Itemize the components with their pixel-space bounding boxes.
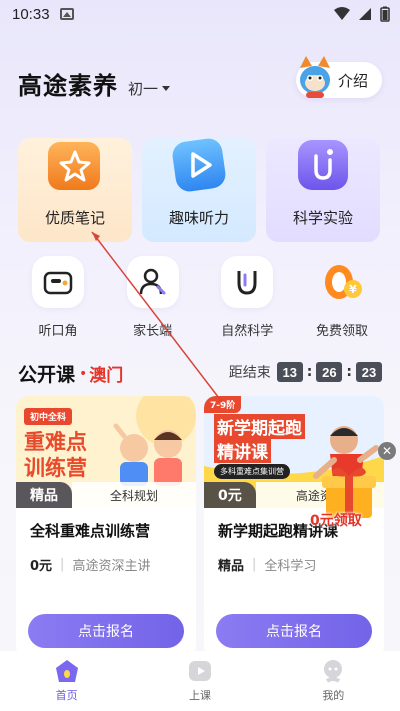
feature-label-experiment: 科学实验	[292, 209, 353, 227]
play-icon	[172, 138, 226, 192]
shortcut-speaking-tile	[32, 256, 84, 308]
poster-badge: 7-9阶	[204, 396, 242, 413]
poster-title-line2: 训练营	[24, 456, 87, 480]
countdown-label: 距结束	[228, 365, 271, 381]
course-teacher: 全科学习	[264, 559, 317, 574]
grade-selector[interactable]: 初一	[128, 78, 171, 101]
tab-label: 首页	[55, 689, 78, 702]
open-course-title: 公开课 • 澳门	[18, 360, 123, 387]
course-price: 精品	[218, 559, 245, 574]
feature-card-experiment[interactable]: 科学实验	[266, 138, 380, 242]
feature-card-notes[interactable]: 优质笔记	[18, 138, 132, 242]
wallet-icon	[43, 271, 73, 295]
course-poster: 初中全科 重难点 训练营 精品 全科规划	[16, 396, 196, 508]
tab-home[interactable]: 首页	[0, 651, 133, 711]
course-name: 全科重难点训练营	[30, 522, 151, 540]
shortcut-science-tile	[221, 256, 274, 308]
magnet-icon	[237, 271, 257, 295]
poster-ribbon: 多科重难点集训营	[214, 464, 290, 479]
course-meta: 精品 | 全科学习	[204, 541, 384, 574]
shortcut-row: 听口角 家长端 自然科学 ¥ 免费领取	[18, 256, 382, 339]
shortcut-label: 自然科学	[221, 324, 274, 339]
home-icon	[55, 660, 78, 682]
app-title: 高途素养	[18, 72, 118, 100]
poster-title-line1: 新学期起跑	[214, 414, 305, 439]
meta-divider: |	[252, 557, 257, 572]
meta-divider: |	[60, 557, 65, 572]
course-price: 0元	[30, 559, 53, 574]
bottom-tab-bar: 首页 上课 我的	[0, 651, 400, 711]
notes-icon	[48, 142, 100, 190]
course-tag: 精品	[16, 482, 72, 508]
shortcut-parent[interactable]: 家长端	[113, 256, 193, 339]
enroll-button[interactable]: 点击报名	[28, 614, 184, 648]
free-coin-icon: ¥	[324, 265, 362, 299]
poster-title-line2: 精讲课	[214, 438, 271, 463]
feature-card-listening[interactable]: 趣味听力	[142, 138, 256, 242]
gallery-icon	[59, 8, 74, 20]
course-teacher: 高途资深主讲	[72, 559, 151, 574]
countdown-seconds: 23	[356, 362, 382, 382]
colon-separator: :	[306, 364, 313, 380]
colon-separator: :	[346, 364, 352, 380]
caret-down-icon	[162, 86, 171, 91]
poster-bar: 精品 全科规划	[16, 482, 196, 508]
page-header: 高途素养 初一	[18, 66, 171, 101]
countdown-minutes: 26	[316, 362, 343, 382]
wifi-icon	[334, 7, 350, 20]
course-meta: 0元 | 高途资深主讲	[16, 541, 196, 574]
status-time: 10:33	[12, 5, 50, 23]
section-title: 公开课	[18, 364, 76, 386]
shortcut-free[interactable]: ¥ 免费领取	[302, 256, 382, 339]
status-bar: 10:33	[0, 0, 400, 28]
region-label: 澳门	[89, 366, 124, 386]
poster-badge: 初中全科	[24, 408, 73, 425]
intro-button[interactable]: 介绍	[296, 56, 382, 98]
tab-label: 我的	[322, 689, 345, 702]
tab-class[interactable]: 上课	[133, 651, 266, 711]
shortcut-free-tile: ¥	[316, 256, 368, 308]
shortcut-label: 家长端	[133, 324, 173, 339]
shortcut-label: 免费领取	[315, 324, 368, 339]
enroll-button[interactable]: 点击报名	[216, 614, 372, 648]
shortcut-label: 听口角	[38, 324, 78, 339]
mascot-icon	[300, 56, 330, 98]
intro-label: 介绍	[337, 71, 368, 90]
shortcut-speaking[interactable]: 听口角	[18, 256, 98, 339]
battery-icon	[380, 6, 390, 22]
promo-label[interactable]: 0元领取	[310, 510, 362, 530]
parent-icon	[139, 268, 166, 295]
course-tag: 0元	[204, 482, 256, 508]
feature-cards: 优质笔记 趣味听力 科学实验	[18, 138, 382, 242]
shortcut-parent-tile	[126, 256, 179, 308]
signal-icon	[359, 8, 371, 20]
close-icon[interactable]: ✕	[378, 442, 396, 460]
course-card[interactable]: 初中全科 重难点 训练营 精品 全科规划 全科重难点训练营 0元 | 高途资深主…	[16, 396, 196, 658]
shortcut-science[interactable]: 自然科学	[207, 256, 287, 339]
course-subtag: 全科规划	[72, 482, 196, 508]
profile-icon	[324, 660, 343, 683]
grade-label: 初一	[128, 80, 159, 98]
tab-profile[interactable]: 我的	[267, 651, 400, 711]
countdown-hours: 13	[276, 362, 303, 382]
dot-separator-icon: •	[79, 365, 88, 382]
tab-label: 上课	[188, 689, 211, 702]
countdown: 距结束 13 : 26 : 23	[229, 362, 382, 382]
feature-label-listening: 趣味听力	[168, 209, 229, 227]
flask-icon	[298, 140, 348, 190]
feature-label-notes: 优质笔记	[44, 209, 105, 227]
svg-text:¥: ¥	[349, 283, 357, 296]
play-icon	[188, 661, 211, 681]
